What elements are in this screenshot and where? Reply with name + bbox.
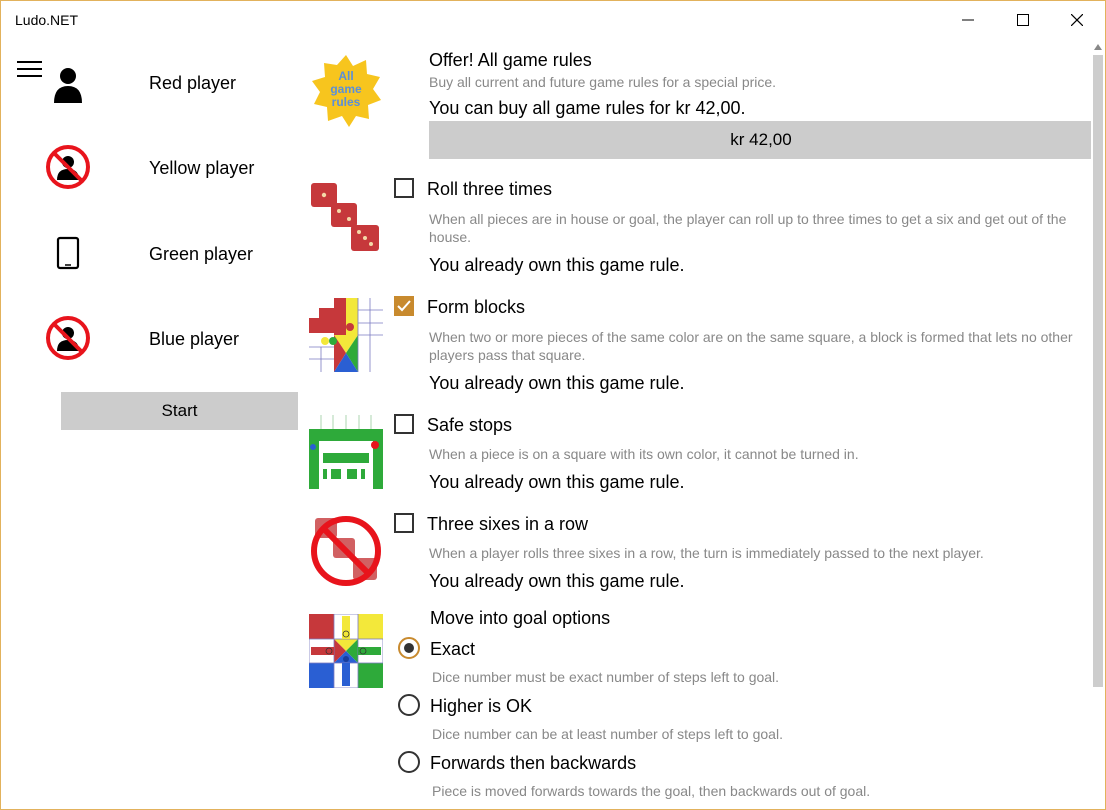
goal-option-exact-label[interactable]: Exact <box>430 639 475 660</box>
goal-option-exact-radio[interactable] <box>398 637 420 659</box>
player-label-red: Red player <box>149 73 237 93</box>
player-row-red[interactable]: Red player <box>45 53 295 113</box>
offer-price-text: You can buy all game rules for kr 42,00. <box>429 98 746 118</box>
svg-text:rules: rules <box>332 95 361 109</box>
player-row-yellow[interactable]: Yellow player <box>45 138 295 198</box>
offer-subtitle: Buy all current and future game rules fo… <box>429 74 777 90</box>
form-blocks-board-icon <box>309 298 383 372</box>
minimize-icon <box>962 19 974 21</box>
rule-description-form-blocks: When two or more pieces of the same colo… <box>429 329 1073 363</box>
goal-options-title: Move into goal options <box>430 608 611 628</box>
player-row-blue[interactable]: Blue player <box>45 309 295 369</box>
player-row-green[interactable]: Green player <box>45 224 295 284</box>
no-player-icon <box>45 144 91 190</box>
rule-status-form-blocks: You already own this game rule. <box>429 373 685 393</box>
no-player-icon <box>45 315 91 361</box>
rule-description-roll-three-times: When all pieces are in house or goal, th… <box>429 211 1067 245</box>
goal-option-higher-label[interactable]: Higher is OK <box>430 696 532 717</box>
rule-title-three-sixes: Three sixes in a row <box>427 514 589 534</box>
rule-status-three-sixes: You already own this game rule. <box>429 571 685 591</box>
player-label-blue: Blue player <box>149 329 240 349</box>
game-rules-panel: All game rules Offer! All game rules Buy… <box>301 39 1093 809</box>
tablet-icon <box>45 230 91 276</box>
rule-description-safe-stops: When a piece is on a square with its own… <box>429 446 859 462</box>
app-window: Ludo.NET Red player Yellow player Green … <box>0 0 1106 810</box>
goal-option-forwards-radio[interactable] <box>398 751 420 773</box>
goal-option-higher-radio[interactable] <box>398 694 420 716</box>
safe-stops-board-icon <box>309 415 383 489</box>
person-icon <box>45 59 91 105</box>
minimize-button[interactable] <box>941 1 995 39</box>
svg-text:game: game <box>330 82 362 96</box>
checkmark-icon <box>397 300 411 312</box>
sidebar: Red player Yellow player Green player Bl… <box>1 39 301 809</box>
no-dice-icon <box>309 514 383 588</box>
player-label-green: Green player <box>149 244 254 264</box>
rule-title-roll-three-times: Roll three times <box>427 179 553 199</box>
goal-option-forwards-label[interactable]: Forwards then backwards <box>430 753 636 774</box>
offer-title: Offer! All game rules <box>429 50 592 70</box>
rule-status-roll-three-times: You already own this game rule. <box>429 255 685 275</box>
all-game-rules-badge-icon: All game rules <box>309 53 383 127</box>
hamburger-menu-icon[interactable] <box>17 59 42 79</box>
ludo-board-icon <box>308 613 384 689</box>
title-bar: Ludo.NET <box>1 1 1105 39</box>
scroll-up-arrow-icon[interactable] <box>1094 43 1102 51</box>
scrollbar-thumb[interactable] <box>1093 55 1103 687</box>
close-icon <box>1071 14 1083 26</box>
rule-title-form-blocks: Form blocks <box>427 297 526 317</box>
rule-checkbox-form-blocks[interactable] <box>394 296 414 316</box>
player-label-yellow: Yellow player <box>149 158 255 178</box>
buy-all-rules-button[interactable]: kr 42,00 <box>429 121 1093 159</box>
vertical-scrollbar[interactable] <box>1091 39 1105 809</box>
goal-option-exact-description: Dice number must be exact number of step… <box>432 669 780 685</box>
window-title: Ludo.NET <box>15 12 79 28</box>
dice-icon <box>309 181 383 255</box>
rule-checkbox-roll-three-times[interactable] <box>394 178 414 198</box>
maximize-button[interactable] <box>996 1 1050 39</box>
start-button[interactable]: Start <box>61 392 298 430</box>
rule-description-three-sixes: When a player rolls three sixes in a row… <box>429 545 984 561</box>
rule-checkbox-safe-stops[interactable] <box>394 414 414 434</box>
goal-option-forwards-description: Piece is moved forwards towards the goal… <box>432 783 871 799</box>
rule-title-safe-stops: Safe stops <box>427 415 513 435</box>
rule-status-safe-stops: You already own this game rule. <box>429 472 685 492</box>
rule-checkbox-three-sixes[interactable] <box>394 513 414 533</box>
close-button[interactable] <box>1050 1 1104 39</box>
maximize-icon <box>1017 14 1029 26</box>
svg-text:All: All <box>338 69 353 83</box>
goal-option-higher-description: Dice number can be at least number of st… <box>432 726 783 742</box>
